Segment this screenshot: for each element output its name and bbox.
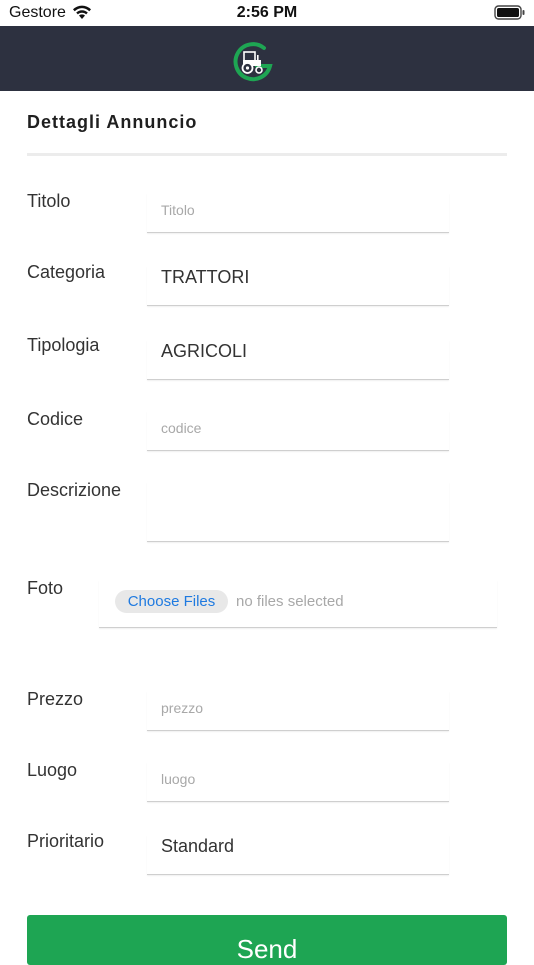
- codice-field: [147, 411, 449, 451]
- descrizione-input[interactable]: [161, 511, 441, 527]
- tipologia-value: AGRICOLI: [161, 341, 248, 361]
- codice-input[interactable]: [161, 420, 441, 436]
- choose-files-button[interactable]: Choose Files: [115, 590, 228, 613]
- descrizione-field: [147, 482, 449, 542]
- battery-full-icon: [494, 5, 526, 25]
- prezzo-field: [147, 691, 449, 731]
- luogo-label: Luogo: [27, 760, 78, 780]
- foto-label: Foto: [27, 578, 64, 598]
- titolo-input[interactable]: [161, 202, 441, 218]
- tipologia-select[interactable]: AGRICOLI: [147, 340, 449, 380]
- status-bar: Gestore 2:56 PM: [0, 0, 534, 26]
- descrizione-label: Descrizione: [27, 480, 122, 500]
- status-time: 2:56 PM: [236, 4, 298, 21]
- codice-label: Codice: [27, 409, 84, 429]
- luogo-input[interactable]: [161, 771, 441, 787]
- file-status-text: no files selected: [236, 593, 344, 610]
- prioritario-value: Standard: [161, 836, 235, 856]
- tractor-logo-icon: [231, 40, 275, 84]
- categoria-label: Categoria: [27, 262, 106, 282]
- prioritario-label: Prioritario: [27, 831, 105, 851]
- section-title: Dettagli Annuncio: [27, 112, 198, 132]
- app-header: [0, 26, 534, 91]
- prezzo-label: Prezzo: [27, 689, 84, 709]
- prezzo-input[interactable]: [161, 700, 441, 716]
- titolo-field: [147, 193, 449, 233]
- categoria-select[interactable]: TRATTORI: [147, 266, 449, 306]
- send-button[interactable]: Send: [27, 915, 507, 965]
- foto-file-field: Choose Files no files selected: [99, 580, 497, 628]
- prioritario-select[interactable]: Standard: [147, 835, 449, 875]
- titolo-label: Titolo: [27, 191, 71, 211]
- tipologia-label: Tipologia: [27, 335, 100, 355]
- luogo-field: [147, 762, 449, 802]
- categoria-value: TRATTORI: [161, 267, 250, 287]
- section-divider: [27, 153, 507, 156]
